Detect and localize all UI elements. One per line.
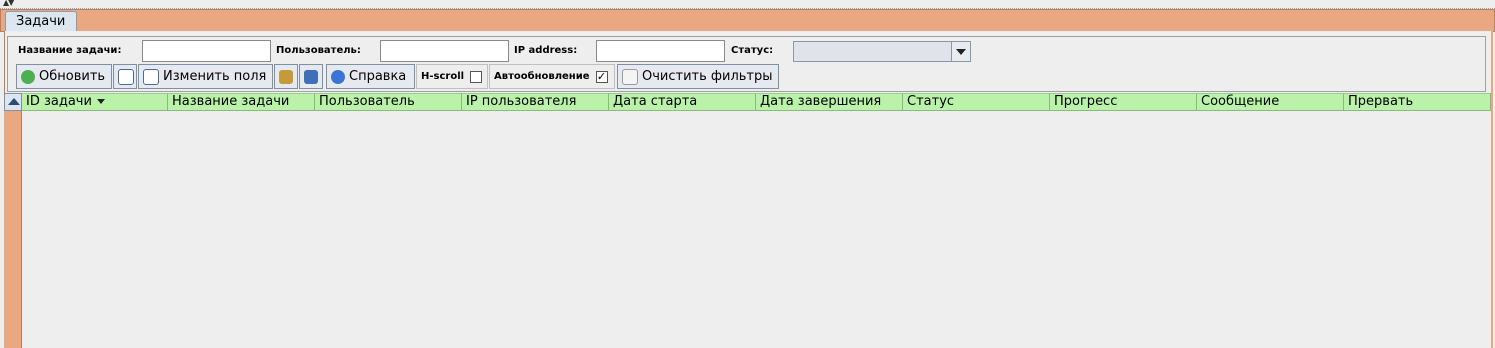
user-input[interactable] [380,40,509,62]
ip-label: IP address: [514,45,578,56]
edit-fields-icon [143,68,159,85]
help-label: Справка [349,69,407,84]
column-header-label: Прервать [1348,94,1414,109]
column-header-abort[interactable]: Прервать [1344,93,1491,111]
dropdown-arrow-icon [956,49,966,55]
list-icon [118,68,134,85]
tab-tasks[interactable]: Задачи [5,11,77,31]
hscroll-checkbox[interactable] [470,70,483,83]
splitter-arrows-icon[interactable]: ▲▼ [3,0,14,7]
refresh-label: Обновить [39,69,106,84]
help-icon [331,69,345,84]
tasks-table: ID задачи Название задачи Пользователь I… [4,93,1493,348]
refresh-icon [21,69,35,84]
tools-button[interactable] [274,64,298,89]
edit-fields-button[interactable]: Изменить поля [138,64,273,89]
save-button[interactable] [299,64,323,89]
column-header-label: ID задачи [26,94,92,109]
top-splitter[interactable]: ▲▼ [0,0,1495,9]
column-header-task-id[interactable]: ID задачи [22,93,168,111]
task-name-input[interactable] [142,40,271,62]
user-label: Пользователь: [276,45,361,56]
list-button[interactable] [113,64,137,89]
column-header-label: Название задачи [172,94,290,109]
collapse-button[interactable] [4,93,22,111]
hscroll-toggle[interactable]: H-scroll [416,64,488,89]
autorefresh-label: Автообновление [494,71,590,82]
refresh-button[interactable]: Обновить [16,64,112,89]
sort-desc-icon [96,99,105,104]
table-header: ID задачи Название задачи Пользователь I… [22,93,1491,111]
table-body [22,111,1491,348]
clear-filters-label: Очистить фильтры [642,69,773,84]
column-header-message[interactable]: Сообщение [1197,93,1344,111]
status-select[interactable] [793,41,971,62]
help-button[interactable]: Справка [326,64,415,89]
save-icon [304,69,318,84]
column-header-progress[interactable]: Прогресс [1050,93,1197,111]
column-header-user-ip[interactable]: IP пользователя [462,93,609,111]
clear-filters-button[interactable]: Очистить фильтры [617,64,779,89]
tools-icon [279,69,293,84]
clear-filters-icon [622,68,638,85]
column-header-label: Дата завершения [760,94,882,109]
column-header-user[interactable]: Пользователь [315,93,462,111]
column-header-label: Пользователь [319,94,415,109]
ip-input[interactable] [596,40,725,62]
tab-band [0,9,1495,32]
row-header-bar [4,111,22,348]
task-name-label: Название задачи: [18,45,122,56]
hscroll-label: H-scroll [421,71,465,82]
column-header-task-name[interactable]: Название задачи [168,93,315,111]
autorefresh-checkbox[interactable]: ✓ [595,70,608,83]
column-header-label: IP пользователя [466,94,577,109]
autorefresh-toggle[interactable]: Автообновление ✓ [489,64,615,89]
status-dropdown-button[interactable] [951,42,970,61]
column-header-end-date[interactable]: Дата завершения [756,93,903,111]
edit-fields-label: Изменить поля [163,69,267,84]
column-header-label: Сообщение [1201,94,1280,109]
column-header-label: Прогресс [1054,94,1118,109]
column-header-start-date[interactable]: Дата старта [609,93,756,111]
collapse-icon [8,98,20,105]
status-label: Статус: [731,45,774,56]
column-header-status[interactable]: Статус [903,93,1050,111]
column-header-label: Дата старта [613,94,698,109]
column-header-label: Статус [907,94,955,109]
